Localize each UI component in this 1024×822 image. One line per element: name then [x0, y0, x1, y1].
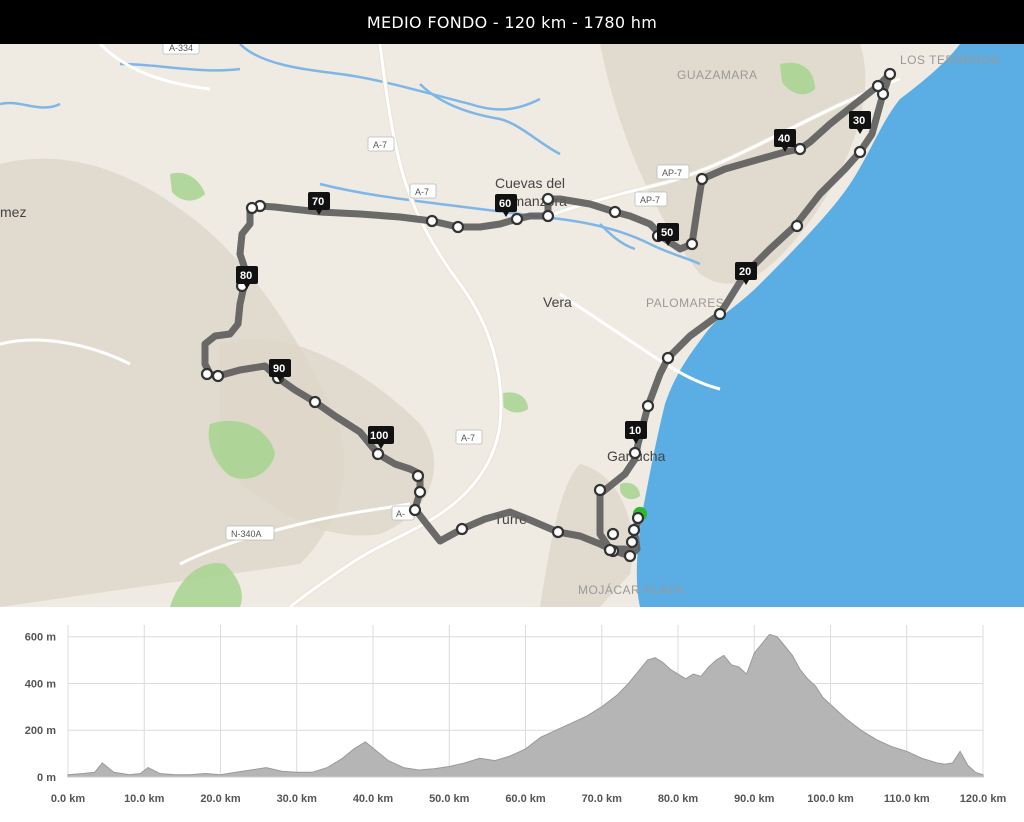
svg-text:60: 60	[499, 198, 511, 210]
park-area	[170, 172, 205, 201]
svg-text:AP-7: AP-7	[640, 195, 660, 205]
x-tick-label: 90.0 km	[734, 793, 775, 805]
road-label: A-7	[409, 183, 437, 199]
svg-text:70: 70	[312, 196, 324, 208]
x-tick-label: 120.0 km	[960, 793, 1007, 805]
svg-text:AP-7: AP-7	[662, 168, 682, 178]
svg-text:20: 20	[739, 266, 751, 278]
svg-text:90: 90	[273, 363, 285, 375]
place-label: GUAZAMARA	[677, 68, 758, 82]
place-label: PALOMARES	[646, 296, 724, 310]
x-tick-label: 30.0 km	[277, 793, 318, 805]
road-label: A-7	[455, 429, 483, 445]
svg-text:A-7: A-7	[415, 187, 429, 197]
road-label: N-340A	[225, 525, 275, 541]
map-canvas[interactable]: A-334 A-7 A-7 AP-7 AP-7 A-7 N-340A A- Cu…	[0, 44, 1024, 607]
river	[419, 83, 561, 156]
place-label: LOS TERREROS	[900, 53, 1000, 67]
town-label: Vera	[543, 294, 572, 310]
road-label: A-7	[367, 136, 395, 152]
svg-text:80: 80	[240, 270, 252, 282]
elevation-chart[interactable]: 0.0 km 10.0 km 20.0 km 30.0 km 40.0 km 50.0 k…	[0, 607, 1024, 817]
x-tick-label: 10.0 km	[124, 793, 165, 805]
svg-text:A-7: A-7	[373, 140, 387, 150]
road-label: A-334	[162, 44, 200, 55]
road-label: AP-7	[656, 164, 690, 180]
place-label: MOJÁCAR PLAYA	[578, 582, 683, 597]
river	[0, 101, 61, 109]
elevation-profile[interactable]: 0.0 km 10.0 km 20.0 km 30.0 km 40.0 km 50.0 k…	[0, 607, 1024, 817]
y-tick-label: 400 m	[25, 678, 56, 690]
svg-text:30: 30	[853, 115, 865, 127]
river	[239, 44, 541, 111]
y-tick-label: 600 m	[25, 632, 56, 644]
km-marker-10[interactable]: 10	[625, 421, 647, 444]
x-tick-label: 50.0 km	[429, 793, 470, 805]
x-tick-label: 40.0 km	[353, 793, 394, 805]
svg-text:10: 10	[629, 425, 641, 437]
town-label: Cuevas del	[495, 175, 565, 191]
park-area	[500, 392, 528, 413]
svg-text:A-: A-	[396, 509, 405, 519]
route-map[interactable]: A-334 A-7 A-7 AP-7 AP-7 A-7 N-340A A- Cu…	[0, 44, 1024, 607]
x-tick-label: 80.0 km	[658, 793, 699, 805]
x-tick-label: 20.0 km	[200, 793, 241, 805]
y-tick-label: 200 m	[25, 725, 56, 737]
x-tick-label: 110.0 km	[884, 793, 930, 805]
svg-text:50: 50	[661, 227, 673, 239]
svg-text:N-340A: N-340A	[231, 529, 262, 539]
y-tick-label: 0 m	[37, 772, 56, 784]
svg-text:A-334: A-334	[169, 44, 193, 53]
svg-text:40: 40	[778, 133, 790, 145]
svg-text:100: 100	[370, 430, 388, 442]
road-label: AP-7	[634, 191, 668, 207]
x-tick-label: 100.0 km	[807, 793, 854, 805]
route-title: MEDIO FONDO - 120 km - 1780 hm	[0, 0, 1024, 44]
x-tick-label: 0.0 km	[51, 793, 85, 805]
x-tick-label: 60.0 km	[505, 793, 546, 805]
edge-place-label: mez	[0, 204, 26, 220]
svg-text:A-7: A-7	[461, 433, 475, 443]
park-area	[620, 482, 640, 500]
x-tick-label: 70.0 km	[582, 793, 623, 805]
